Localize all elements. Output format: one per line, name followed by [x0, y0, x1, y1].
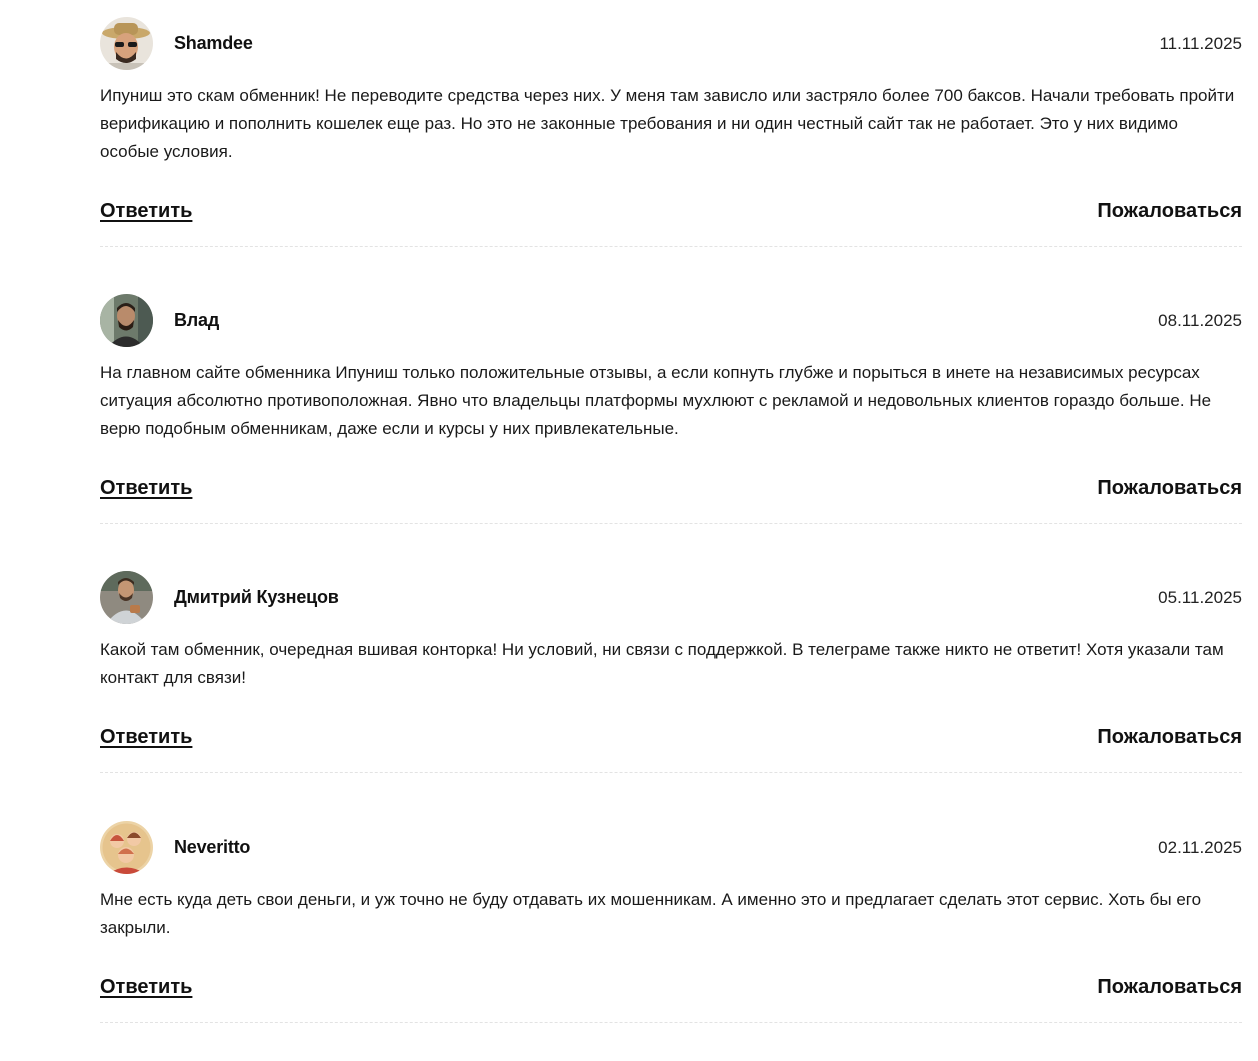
comment-actions: Ответить Пожаловаться: [100, 976, 1242, 999]
comment-text: Какой там обменник, очередная вшивая кон…: [100, 640, 1224, 687]
comment-header: Дмитрий Кузнецов 05.11.2025: [100, 571, 1242, 624]
comment-author: Дмитрий Кузнецов: [174, 587, 339, 607]
report-link[interactable]: Пожаловаться: [1097, 200, 1242, 223]
avatar: [100, 571, 153, 624]
comment-actions: Ответить Пожаловаться: [100, 477, 1242, 500]
comment-item: Neveritto 02.11.2025 Мне есть куда деть …: [100, 804, 1242, 1054]
comment-item: Дмитрий Кузнецов 05.11.2025 Какой там об…: [100, 554, 1242, 804]
comment-author: Neveritto: [174, 837, 251, 857]
report-link[interactable]: Пожаловаться: [1097, 976, 1242, 999]
comment-divider: [100, 246, 1242, 247]
report-link[interactable]: Пожаловаться: [1097, 477, 1242, 500]
comment-header: Влад 08.11.2025: [100, 294, 1242, 347]
avatar: [100, 294, 153, 347]
comment-date: 11.11.2025: [1159, 33, 1242, 53]
comment-text: Мне есть куда деть свои деньги, и уж точ…: [100, 890, 1202, 937]
comments-list: Shamdee 11.11.2025 Ипуниш это скам обмен…: [100, 0, 1242, 1054]
reply-link[interactable]: Ответить: [100, 477, 192, 500]
comment-header: Neveritto 02.11.2025: [100, 821, 1242, 874]
comment-item: Влад 08.11.2025 На главном сайте обменни…: [100, 277, 1242, 554]
comment-divider: [100, 1022, 1242, 1023]
comment-author: Влад: [174, 310, 220, 330]
comment-date: 05.11.2025: [1158, 587, 1242, 607]
reply-link[interactable]: Ответить: [100, 726, 192, 749]
comment-text: Ипуниш это скам обменник! Не переводите …: [100, 86, 1235, 161]
comment-divider: [100, 523, 1242, 524]
report-link[interactable]: Пожаловаться: [1097, 726, 1242, 749]
comment-actions: Ответить Пожаловаться: [100, 200, 1242, 223]
reply-link[interactable]: Ответить: [100, 200, 192, 223]
comment-date: 08.11.2025: [1158, 310, 1242, 330]
comment-divider: [100, 772, 1242, 773]
reply-link[interactable]: Ответить: [100, 976, 192, 999]
comment-item: Shamdee 11.11.2025 Ипуниш это скам обмен…: [100, 0, 1242, 277]
comment-author: Shamdee: [174, 33, 253, 53]
comment-actions: Ответить Пожаловаться: [100, 726, 1242, 749]
avatar: [100, 17, 153, 70]
comment-header: Shamdee 11.11.2025: [100, 17, 1242, 70]
avatar: [100, 821, 153, 874]
comment-date: 02.11.2025: [1158, 837, 1242, 857]
comment-text: На главном сайте обменника Ипуниш только…: [100, 363, 1212, 438]
